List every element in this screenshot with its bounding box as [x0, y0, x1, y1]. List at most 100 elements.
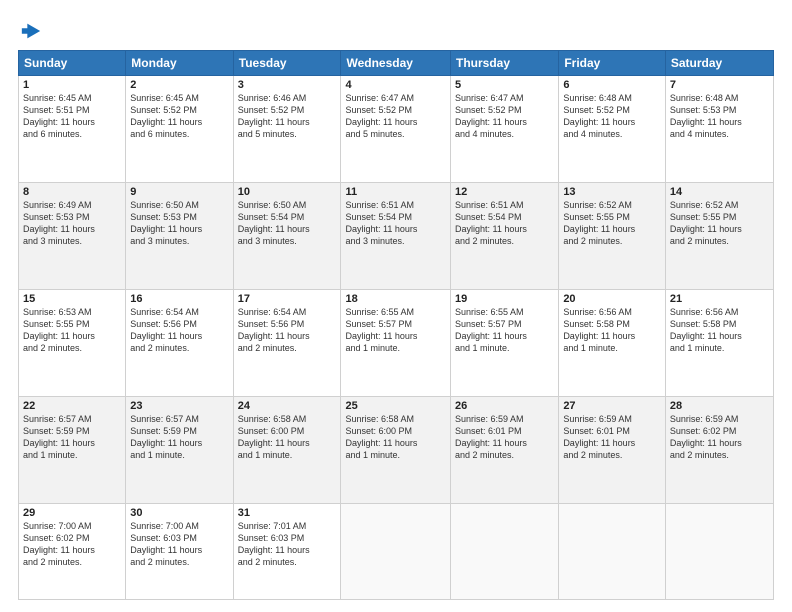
- calendar-cell: 19Sunrise: 6:55 AM Sunset: 5:57 PM Dayli…: [451, 289, 559, 396]
- day-info: Sunrise: 6:55 AM Sunset: 5:57 PM Dayligh…: [455, 306, 554, 355]
- calendar-cell: 30Sunrise: 7:00 AM Sunset: 6:03 PM Dayli…: [126, 503, 233, 599]
- day-number: 28: [670, 400, 769, 412]
- calendar-cell: 20Sunrise: 6:56 AM Sunset: 5:58 PM Dayli…: [559, 289, 666, 396]
- calendar-week-row: 15Sunrise: 6:53 AM Sunset: 5:55 PM Dayli…: [19, 289, 774, 396]
- calendar-cell: 22Sunrise: 6:57 AM Sunset: 5:59 PM Dayli…: [19, 396, 126, 503]
- day-info: Sunrise: 6:47 AM Sunset: 5:52 PM Dayligh…: [345, 92, 446, 141]
- day-info: Sunrise: 7:01 AM Sunset: 6:03 PM Dayligh…: [238, 520, 337, 569]
- calendar-cell: 9Sunrise: 6:50 AM Sunset: 5:53 PM Daylig…: [126, 182, 233, 289]
- day-info: Sunrise: 6:45 AM Sunset: 5:51 PM Dayligh…: [23, 92, 121, 141]
- calendar-cell: 28Sunrise: 6:59 AM Sunset: 6:02 PM Dayli…: [665, 396, 773, 503]
- day-info: Sunrise: 6:59 AM Sunset: 6:01 PM Dayligh…: [563, 413, 661, 462]
- logo-icon: [20, 20, 42, 42]
- day-number: 5: [455, 79, 554, 91]
- day-number: 7: [670, 79, 769, 91]
- day-info: Sunrise: 6:52 AM Sunset: 5:55 PM Dayligh…: [670, 199, 769, 248]
- day-info: Sunrise: 6:59 AM Sunset: 6:02 PM Dayligh…: [670, 413, 769, 462]
- calendar-cell: 25Sunrise: 6:58 AM Sunset: 6:00 PM Dayli…: [341, 396, 451, 503]
- day-info: Sunrise: 6:54 AM Sunset: 5:56 PM Dayligh…: [238, 306, 337, 355]
- day-info: Sunrise: 6:56 AM Sunset: 5:58 PM Dayligh…: [563, 306, 661, 355]
- calendar-cell: 11Sunrise: 6:51 AM Sunset: 5:54 PM Dayli…: [341, 182, 451, 289]
- calendar-week-row: 29Sunrise: 7:00 AM Sunset: 6:02 PM Dayli…: [19, 503, 774, 599]
- day-number: 13: [563, 186, 661, 198]
- top-section: [18, 16, 774, 42]
- day-info: Sunrise: 6:48 AM Sunset: 5:52 PM Dayligh…: [563, 92, 661, 141]
- calendar-week-row: 1Sunrise: 6:45 AM Sunset: 5:51 PM Daylig…: [19, 76, 774, 183]
- calendar-cell: 10Sunrise: 6:50 AM Sunset: 5:54 PM Dayli…: [233, 182, 341, 289]
- day-number: 20: [563, 293, 661, 305]
- calendar-cell: 21Sunrise: 6:56 AM Sunset: 5:58 PM Dayli…: [665, 289, 773, 396]
- day-number: 23: [130, 400, 228, 412]
- day-info: Sunrise: 6:52 AM Sunset: 5:55 PM Dayligh…: [563, 199, 661, 248]
- calendar-cell: 1Sunrise: 6:45 AM Sunset: 5:51 PM Daylig…: [19, 76, 126, 183]
- day-number: 8: [23, 186, 121, 198]
- calendar-table: SundayMondayTuesdayWednesdayThursdayFrid…: [18, 50, 774, 600]
- day-info: Sunrise: 6:51 AM Sunset: 5:54 PM Dayligh…: [455, 199, 554, 248]
- page: SundayMondayTuesdayWednesdayThursdayFrid…: [0, 0, 792, 612]
- day-number: 19: [455, 293, 554, 305]
- calendar-header-friday: Friday: [559, 51, 666, 76]
- calendar-cell: 29Sunrise: 7:00 AM Sunset: 6:02 PM Dayli…: [19, 503, 126, 599]
- day-number: 29: [23, 507, 121, 519]
- logo: [18, 20, 42, 42]
- day-number: 31: [238, 507, 337, 519]
- day-info: Sunrise: 6:54 AM Sunset: 5:56 PM Dayligh…: [130, 306, 228, 355]
- calendar-cell: 7Sunrise: 6:48 AM Sunset: 5:53 PM Daylig…: [665, 76, 773, 183]
- calendar-header-thursday: Thursday: [451, 51, 559, 76]
- day-number: 18: [345, 293, 446, 305]
- calendar-cell: 16Sunrise: 6:54 AM Sunset: 5:56 PM Dayli…: [126, 289, 233, 396]
- day-info: Sunrise: 6:46 AM Sunset: 5:52 PM Dayligh…: [238, 92, 337, 141]
- calendar-header-saturday: Saturday: [665, 51, 773, 76]
- calendar-cell: 24Sunrise: 6:58 AM Sunset: 6:00 PM Dayli…: [233, 396, 341, 503]
- day-info: Sunrise: 7:00 AM Sunset: 6:02 PM Dayligh…: [23, 520, 121, 569]
- day-number: 14: [670, 186, 769, 198]
- day-number: 22: [23, 400, 121, 412]
- day-number: 1: [23, 79, 121, 91]
- calendar-cell: 4Sunrise: 6:47 AM Sunset: 5:52 PM Daylig…: [341, 76, 451, 183]
- day-number: 9: [130, 186, 228, 198]
- calendar-cell: 5Sunrise: 6:47 AM Sunset: 5:52 PM Daylig…: [451, 76, 559, 183]
- calendar-cell: 6Sunrise: 6:48 AM Sunset: 5:52 PM Daylig…: [559, 76, 666, 183]
- day-number: 11: [345, 186, 446, 198]
- day-number: 25: [345, 400, 446, 412]
- calendar-cell: 3Sunrise: 6:46 AM Sunset: 5:52 PM Daylig…: [233, 76, 341, 183]
- day-info: Sunrise: 6:49 AM Sunset: 5:53 PM Dayligh…: [23, 199, 121, 248]
- day-number: 26: [455, 400, 554, 412]
- day-number: 17: [238, 293, 337, 305]
- day-info: Sunrise: 6:56 AM Sunset: 5:58 PM Dayligh…: [670, 306, 769, 355]
- day-number: 24: [238, 400, 337, 412]
- calendar-cell: [665, 503, 773, 599]
- calendar-cell: 27Sunrise: 6:59 AM Sunset: 6:01 PM Dayli…: [559, 396, 666, 503]
- day-info: Sunrise: 6:50 AM Sunset: 5:54 PM Dayligh…: [238, 199, 337, 248]
- calendar-header-wednesday: Wednesday: [341, 51, 451, 76]
- day-number: 6: [563, 79, 661, 91]
- calendar-header-tuesday: Tuesday: [233, 51, 341, 76]
- day-info: Sunrise: 6:50 AM Sunset: 5:53 PM Dayligh…: [130, 199, 228, 248]
- calendar-cell: 8Sunrise: 6:49 AM Sunset: 5:53 PM Daylig…: [19, 182, 126, 289]
- calendar-cell: 13Sunrise: 6:52 AM Sunset: 5:55 PM Dayli…: [559, 182, 666, 289]
- day-number: 3: [238, 79, 337, 91]
- day-info: Sunrise: 7:00 AM Sunset: 6:03 PM Dayligh…: [130, 520, 228, 569]
- day-info: Sunrise: 6:45 AM Sunset: 5:52 PM Dayligh…: [130, 92, 228, 141]
- calendar-cell: [341, 503, 451, 599]
- day-info: Sunrise: 6:57 AM Sunset: 5:59 PM Dayligh…: [23, 413, 121, 462]
- day-info: Sunrise: 6:47 AM Sunset: 5:52 PM Dayligh…: [455, 92, 554, 141]
- calendar-cell: 23Sunrise: 6:57 AM Sunset: 5:59 PM Dayli…: [126, 396, 233, 503]
- day-info: Sunrise: 6:55 AM Sunset: 5:57 PM Dayligh…: [345, 306, 446, 355]
- calendar-week-row: 22Sunrise: 6:57 AM Sunset: 5:59 PM Dayli…: [19, 396, 774, 503]
- day-info: Sunrise: 6:57 AM Sunset: 5:59 PM Dayligh…: [130, 413, 228, 462]
- calendar-cell: 17Sunrise: 6:54 AM Sunset: 5:56 PM Dayli…: [233, 289, 341, 396]
- calendar-cell: 31Sunrise: 7:01 AM Sunset: 6:03 PM Dayli…: [233, 503, 341, 599]
- day-number: 27: [563, 400, 661, 412]
- calendar-week-row: 8Sunrise: 6:49 AM Sunset: 5:53 PM Daylig…: [19, 182, 774, 289]
- day-info: Sunrise: 6:48 AM Sunset: 5:53 PM Dayligh…: [670, 92, 769, 141]
- calendar-cell: 14Sunrise: 6:52 AM Sunset: 5:55 PM Dayli…: [665, 182, 773, 289]
- day-number: 30: [130, 507, 228, 519]
- day-info: Sunrise: 6:53 AM Sunset: 5:55 PM Dayligh…: [23, 306, 121, 355]
- calendar-cell: 18Sunrise: 6:55 AM Sunset: 5:57 PM Dayli…: [341, 289, 451, 396]
- day-number: 2: [130, 79, 228, 91]
- day-info: Sunrise: 6:58 AM Sunset: 6:00 PM Dayligh…: [238, 413, 337, 462]
- day-number: 10: [238, 186, 337, 198]
- day-number: 4: [345, 79, 446, 91]
- calendar-cell: 2Sunrise: 6:45 AM Sunset: 5:52 PM Daylig…: [126, 76, 233, 183]
